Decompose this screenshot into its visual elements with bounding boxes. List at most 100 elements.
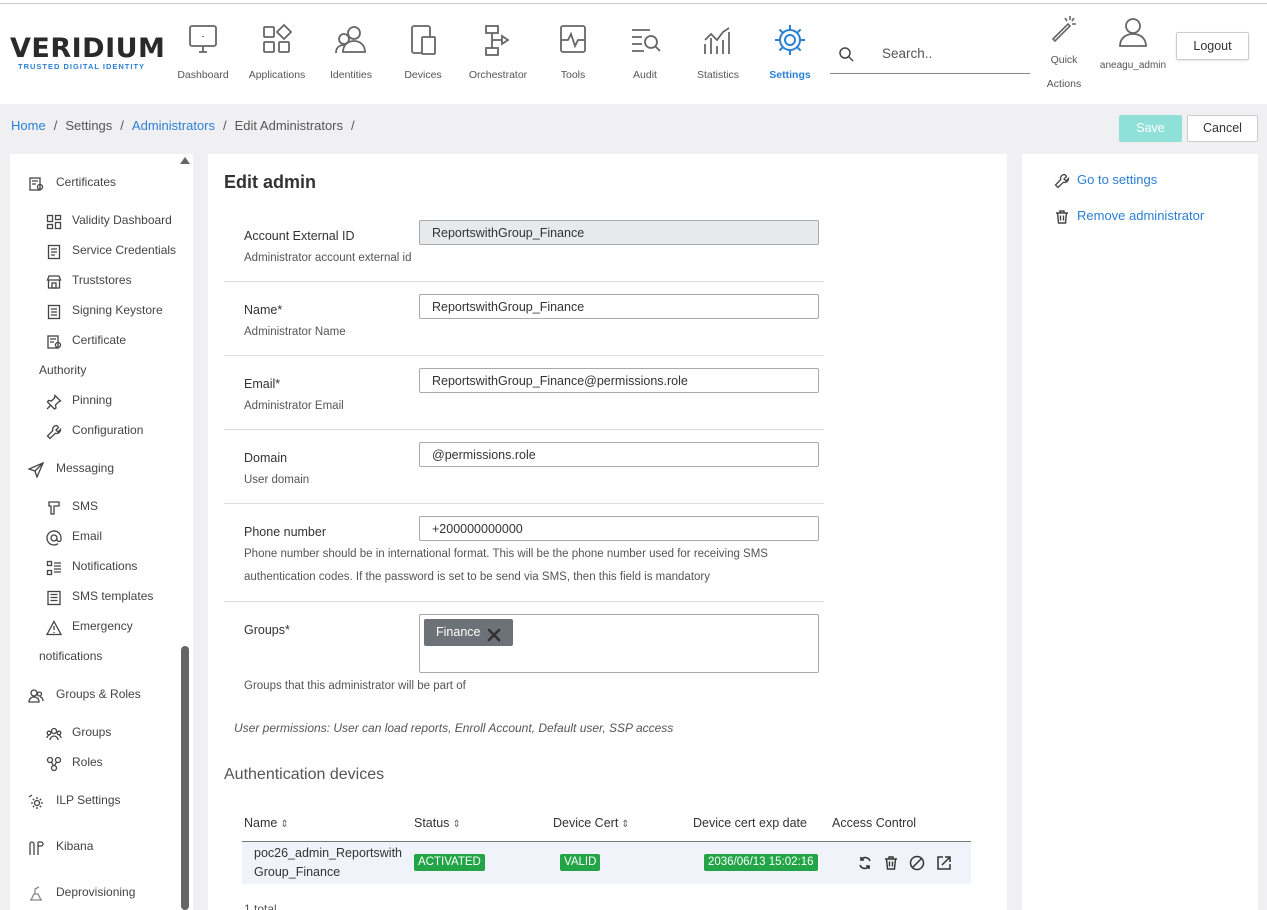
nav-settings[interactable]: Settings	[752, 22, 828, 88]
sidebar-item-kibana[interactable]: Kibana	[28, 839, 93, 855]
status-badge: ACTIVATED	[414, 854, 485, 871]
settings-sidebar: Certificates Validity Dashboard Service …	[10, 154, 193, 910]
breadcrumb-administrators[interactable]: Administrators	[132, 118, 215, 133]
sidebar-item-deprovisioning[interactable]: Deprovisioning	[28, 885, 135, 901]
block-icon[interactable]	[909, 855, 925, 871]
audit-icon	[632, 29, 661, 52]
sidebar-item-email[interactable]: Email	[46, 529, 102, 546]
edit-admin-panel: Edit admin Account External ID Administr…	[208, 154, 1007, 910]
trash-icon[interactable]	[883, 855, 899, 871]
groups-field[interactable]: Finance	[419, 614, 819, 673]
sidebar-item-ilp-settings[interactable]: ILP Settings	[28, 793, 121, 810]
save-button[interactable]: Save	[1119, 115, 1182, 142]
sidebar-item-certificate-authority[interactable]: Certificate	[46, 333, 126, 350]
search-input[interactable]: Search..	[882, 46, 932, 61]
nav-label: Dashboard	[177, 69, 229, 81]
logo-wordmark: VERIDIUM	[10, 33, 166, 64]
gear-icon	[775, 25, 805, 55]
col-header-access-control: Access Control	[832, 816, 917, 830]
dashboard-grid-icon	[46, 214, 62, 230]
search-box[interactable]: Search..	[830, 34, 1030, 74]
user-icon	[1119, 18, 1147, 47]
sidebar-item-truststores[interactable]: Truststores	[46, 273, 132, 290]
domain-field[interactable]: @permissions.role	[419, 442, 819, 467]
scroll-up-arrow[interactable]	[180, 157, 190, 164]
open-external-icon[interactable]	[936, 855, 952, 871]
table-total: 1 total	[244, 902, 277, 910]
pin-icon	[46, 394, 62, 410]
refresh-icon[interactable]	[857, 855, 873, 871]
cancel-button[interactable]: Cancel	[1187, 115, 1258, 142]
sidebar-item-certificates[interactable]: Certificates	[28, 175, 116, 192]
nav-dashboard[interactable]: Dashboard	[165, 22, 241, 88]
sidebar-item-pinning[interactable]: Pinning	[46, 393, 112, 410]
sidebar-item-roles[interactable]: Roles	[46, 755, 103, 772]
nav-statistics[interactable]: Statistics	[680, 22, 756, 88]
nav-identities[interactable]: Identities	[313, 22, 389, 88]
nav-applications[interactable]: Applications	[239, 22, 315, 88]
phone-field[interactable]: +200000000000	[419, 516, 819, 541]
nav-devices[interactable]: Devices	[385, 22, 461, 88]
apps-icon	[263, 23, 293, 53]
sidebar-item-notifications[interactable]: Notifications	[46, 559, 137, 576]
sidebar-item-emergency-notifications[interactable]: Emergency	[45, 619, 133, 636]
sidebar-item-messaging[interactable]: Messaging	[27, 461, 114, 479]
ilp-gear-icon	[28, 794, 44, 810]
document-icon	[46, 244, 62, 260]
roles-icon	[46, 756, 62, 772]
user-menu[interactable]: aneagu_admin	[1095, 16, 1171, 71]
search-icon	[839, 47, 854, 62]
users-icon	[28, 688, 44, 704]
user-permissions-text: User permissions: User can load reports,…	[234, 721, 674, 735]
nav-label: Tools	[560, 69, 586, 81]
identities-icon	[335, 26, 366, 54]
trash-icon	[1054, 209, 1070, 225]
field-row-groups: Groups* Finance Groups that this adminis…	[224, 602, 824, 702]
sidebar-scrollbar[interactable]	[181, 646, 189, 910]
breadcrumb: Home / Settings / Administrators / Edit Admini…	[11, 118, 355, 133]
sidebar-item-service-credentials[interactable]: Service Credentials	[46, 243, 176, 260]
sidebar-item-sms[interactable]: SMS	[46, 499, 98, 515]
logout-button[interactable]: Logout	[1176, 32, 1249, 60]
sidebar-item-sms-templates[interactable]: SMS templates	[46, 589, 153, 606]
nav-label: Audit	[633, 69, 657, 81]
breadcrumb-home[interactable]: Home	[11, 118, 46, 133]
cert-badge: VALID	[560, 854, 601, 871]
sort-icon: ⇕	[621, 819, 630, 830]
magic-wand-icon	[1051, 16, 1076, 42]
sidebar-item-groups[interactable]: Groups	[46, 725, 111, 742]
email-desc: Administrator Email	[244, 400, 344, 412]
quick-actions[interactable]: Quick Actions	[1040, 14, 1088, 96]
certificate-icon	[28, 176, 44, 192]
email-field[interactable]: ReportswithGroup_Finance@permissions.rol…	[419, 368, 819, 393]
remove-tag-icon[interactable]	[487, 625, 501, 642]
group-icon	[46, 726, 62, 742]
name-field[interactable]: ReportswithGroup_Finance	[419, 294, 819, 319]
name-desc: Administrator Name	[244, 326, 346, 338]
wrench-icon	[1054, 173, 1070, 189]
col-header-device-cert[interactable]: Device Cert ⇕	[553, 816, 630, 830]
sidebar-item-configuration[interactable]: Configuration	[46, 423, 143, 440]
go-to-settings-link[interactable]: Go to settings	[1077, 172, 1157, 187]
field-row-domain: Domain User domain @permissions.role	[224, 430, 824, 504]
nav-audit[interactable]: Audit	[607, 22, 683, 88]
external-id-field: ReportswithGroup_Finance	[419, 220, 819, 245]
col-header-name[interactable]: Name ⇕	[244, 816, 289, 830]
sidebar-item-signing-keystore[interactable]: Signing Keystore	[46, 303, 163, 320]
sidebar-item-groups-roles[interactable]: Groups & Roles	[28, 687, 141, 704]
col-header-status[interactable]: Status ⇕	[414, 816, 461, 830]
domain-desc: User domain	[244, 474, 310, 486]
group-tag: Finance	[424, 619, 514, 646]
certificate-icon	[46, 334, 62, 350]
sort-icon: ⇕	[280, 819, 289, 830]
remove-administrator-link[interactable]: Remove administrator	[1077, 208, 1204, 223]
sidebar-item-validity-dashboard[interactable]: Validity Dashboard	[46, 213, 172, 230]
external-id-desc: Administrator account external id	[244, 252, 412, 264]
nav-label: Identities	[329, 69, 373, 81]
nav-label: Devices	[404, 69, 442, 81]
field-row-name: Name* Administrator Name ReportswithGrou…	[224, 282, 824, 356]
veridium-logo[interactable]: VERIDIUM TRUSTED DIGITAL IDENTITY	[10, 33, 166, 72]
store-icon	[46, 274, 62, 290]
nav-orchestrator[interactable]: Orchestrator	[460, 22, 536, 88]
nav-tools[interactable]: Tools	[535, 22, 611, 88]
